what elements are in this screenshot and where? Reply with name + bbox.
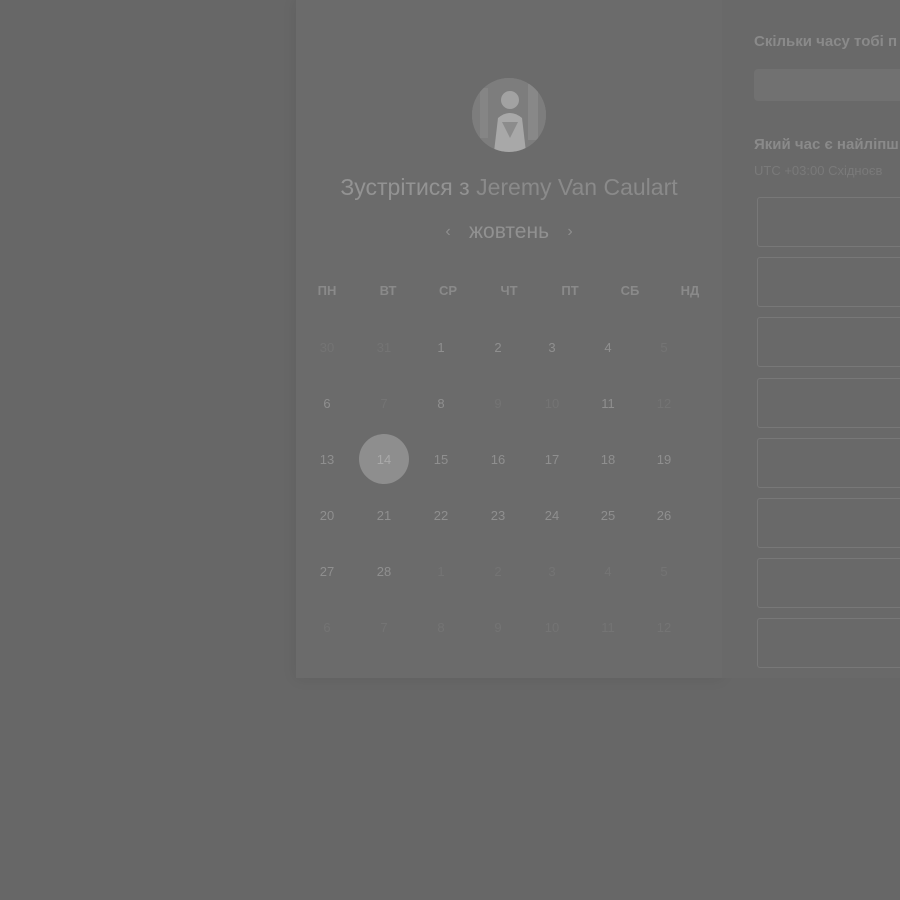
- month-label: жовтень: [468, 220, 550, 243]
- calendar-card: Зустрітися з Jeremy Van Caulart ‹ жовтен…: [296, 0, 722, 678]
- duration-question: Скільки часу тобі п: [754, 33, 898, 50]
- calendar-day[interactable]: 4: [583, 322, 633, 372]
- calendar-day[interactable]: 15: [416, 434, 466, 484]
- time-selection-panel: Скільки часу тобі п Який час є найліпш U…: [722, 0, 900, 678]
- time-slot-button[interactable]: [757, 257, 900, 308]
- calendar-day: 31: [376, 339, 392, 355]
- calendar-day[interactable]: 3: [527, 322, 577, 372]
- calendar-day: 1: [437, 563, 445, 579]
- weekday-label: СР: [438, 283, 458, 298]
- calendar-day: 11: [601, 619, 615, 635]
- calendar-day[interactable]: 26: [639, 490, 689, 540]
- time-question: Який час є найліпш: [754, 136, 899, 153]
- calendar-day[interactable]: 13: [302, 434, 352, 484]
- calendar-day-selected[interactable]: 14: [359, 434, 409, 484]
- time-slot-button[interactable]: [757, 377, 900, 428]
- calendar-day[interactable]: 17: [527, 434, 577, 484]
- calendar-day[interactable]: 27: [302, 546, 352, 596]
- calendar-day: 2: [494, 563, 502, 579]
- calendar-day[interactable]: 16: [473, 434, 523, 484]
- calendar-day: 12: [656, 395, 672, 411]
- calendar-day: 10: [544, 619, 560, 635]
- calendar-day[interactable]: 28: [359, 546, 409, 596]
- calendar-day[interactable]: 1: [416, 322, 466, 372]
- booking-page: Зустрітися з Jeremy Van Caulart ‹ жовтен…: [0, 0, 900, 900]
- host-name: Jeremy Van Caulart: [476, 174, 678, 200]
- time-slot-button[interactable]: [757, 498, 900, 548]
- calendar-day: 30: [319, 339, 335, 355]
- calendar-day: 7: [380, 395, 388, 411]
- calendar-day[interactable]: 8: [416, 378, 466, 428]
- calendar-day: 9: [494, 619, 502, 635]
- calendar-day[interactable]: 6: [302, 378, 352, 428]
- calendar-day: 4: [604, 563, 612, 579]
- duration-selector[interactable]: [754, 69, 900, 101]
- weekday-label: ПТ: [561, 283, 579, 298]
- person-photo-icon: [472, 78, 546, 152]
- calendar-day: 10: [544, 395, 560, 411]
- calendar-day: 7: [380, 619, 388, 635]
- weekday-label: ВТ: [379, 283, 397, 298]
- calendar-day: 6: [323, 619, 331, 635]
- calendar-day: 9: [494, 395, 502, 411]
- meeting-title: Зустрітися з Jeremy Van Caulart: [296, 174, 722, 201]
- calendar-day: 3: [548, 563, 556, 579]
- calendar-day[interactable]: 21: [359, 490, 409, 540]
- calendar-day[interactable]: 25: [583, 490, 633, 540]
- calendar-day[interactable]: 2: [473, 322, 523, 372]
- calendar-day[interactable]: 19: [639, 434, 689, 484]
- time-slot-button[interactable]: [757, 558, 900, 609]
- weekday-label: ЧТ: [500, 283, 518, 298]
- time-slot-button[interactable]: [757, 317, 900, 368]
- title-prefix: Зустрітися з: [340, 174, 470, 200]
- calendar-day: 12: [656, 619, 672, 635]
- calendar-day[interactable]: 24: [527, 490, 577, 540]
- time-slot-button[interactable]: [757, 618, 900, 669]
- time-slot-button[interactable]: [757, 197, 900, 247]
- calendar-day[interactable]: 18: [583, 434, 633, 484]
- weekday-label: СБ: [620, 283, 640, 298]
- calendar-day: 5: [660, 563, 668, 579]
- avatar: [472, 78, 546, 152]
- calendar-day: 8: [437, 619, 445, 635]
- time-slot-button[interactable]: [757, 437, 900, 488]
- chevron-right-icon[interactable]: ›: [563, 223, 577, 241]
- chevron-left-icon[interactable]: ‹: [441, 223, 455, 241]
- timezone-label[interactable]: UTC +03:00 Східноєв: [754, 163, 882, 178]
- calendar-day: 5: [660, 339, 668, 355]
- month-navigation: ‹ жовтень ›: [296, 220, 722, 244]
- weekday-label: ПН: [317, 283, 337, 298]
- weekday-label: НД: [680, 283, 700, 298]
- calendar-day[interactable]: 22: [416, 490, 466, 540]
- weekday-header: ПН ВТ СР ЧТ ПТ СБ НД: [296, 283, 722, 301]
- calendar-day[interactable]: 20: [302, 490, 352, 540]
- calendar-day[interactable]: 11: [583, 378, 633, 428]
- calendar-day[interactable]: 23: [473, 490, 523, 540]
